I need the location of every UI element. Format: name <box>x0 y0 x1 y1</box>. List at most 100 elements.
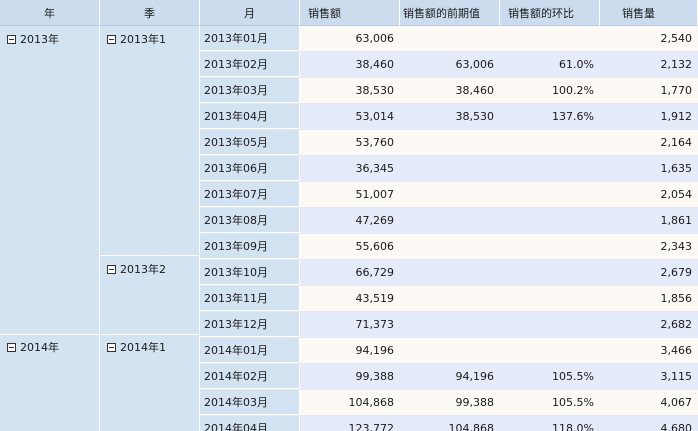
sales-cell: 36,345 <box>355 162 395 175</box>
table-row: 2013年03月 38,530 38,460 100.2% 1,770 <box>200 78 698 104</box>
table-row: 2013年01月 63,006 2,540 <box>200 26 698 52</box>
sales-prev-cell <box>400 234 500 259</box>
month-cell: 2014年04月 <box>200 416 300 431</box>
table-row: 2014年02月 99,388 94,196 105.5% 3,115 <box>200 364 698 390</box>
collapse-icon[interactable] <box>7 34 16 44</box>
collapse-icon[interactable] <box>107 264 116 274</box>
collapse-icon[interactable] <box>7 342 16 352</box>
header-volume[interactable]: 销售量 <box>600 0 698 26</box>
volume-cell: 1,635 <box>660 162 693 175</box>
sales-cell: 99,388 <box>355 370 395 383</box>
volume-cell: 1,770 <box>660 84 693 97</box>
volume-cell: 1,856 <box>660 292 693 305</box>
sales-cell: 123,772 <box>348 422 395 431</box>
sales-prev-cell: 99,388 <box>455 396 495 409</box>
volume-cell: 2,540 <box>660 32 693 45</box>
table-row: 2013年09月 55,606 2,343 <box>200 234 698 260</box>
volume-cell: 2,343 <box>660 240 693 253</box>
table-row: 2014年01月 94,196 3,466 <box>200 338 698 364</box>
table-row: 2014年03月 104,868 99,388 105.5% 4,067 <box>200 390 698 416</box>
quarter-label: 2013年2 <box>120 263 166 276</box>
quarter-column <box>100 26 200 431</box>
quarter-group-2013-1[interactable]: 2013年1 <box>100 26 200 52</box>
header-sales-mom[interactable]: 销售额的环比 <box>500 0 600 26</box>
table-row: 2014年04月 123,772 104,868 118.0% 4,680 <box>200 416 698 431</box>
month-cell: 2013年03月 <box>200 78 300 103</box>
month-cell: 2014年03月 <box>200 390 300 415</box>
year-label: 2013年 <box>20 33 59 46</box>
sales-mom-cell: 105.5% <box>552 370 594 383</box>
sales-mom-cell: 61.0% <box>559 58 594 71</box>
sales-prev-cell <box>400 156 500 181</box>
header-month[interactable]: 月 <box>200 0 300 26</box>
volume-cell: 2,682 <box>660 318 693 331</box>
sales-cell: 47,269 <box>355 214 395 227</box>
table-row: 2013年12月 71,373 2,682 <box>200 312 698 338</box>
sales-prev-cell <box>400 208 500 233</box>
month-cell: 2013年02月 <box>200 52 300 77</box>
volume-cell: 2,164 <box>660 136 693 149</box>
sales-prev-cell: 63,006 <box>455 58 495 71</box>
collapse-icon[interactable] <box>107 34 116 44</box>
sales-cell: 104,868 <box>348 396 395 409</box>
month-cell: 2014年01月 <box>200 338 300 363</box>
header-volume-label: 销售量 <box>622 6 655 20</box>
sales-mom-cell <box>500 234 600 259</box>
month-cell: 2013年04月 <box>200 104 300 129</box>
year-label: 2014年 <box>20 341 59 354</box>
sales-mom-cell <box>500 26 600 51</box>
table-row: 2013年04月 53,014 38,530 137.6% 1,912 <box>200 104 698 130</box>
pivot-table: 年 季 月 销售额 销售额的前期值 销售额的环比 销售量 2013年 2014年… <box>0 0 698 431</box>
table-row: 2013年05月 53,760 2,164 <box>200 130 698 156</box>
sales-prev-cell <box>400 286 500 311</box>
month-cell: 2013年07月 <box>200 182 300 207</box>
year-column <box>0 26 100 431</box>
sales-cell: 43,519 <box>355 292 395 305</box>
header-sales-mom-label: 销售额的环比 <box>508 6 574 20</box>
header-sales-label: 销售额 <box>308 6 341 20</box>
sales-prev-cell <box>400 338 500 363</box>
sales-prev-cell: 94,196 <box>455 370 495 383</box>
quarter-group-2014-1[interactable]: 2014年1 <box>100 334 200 360</box>
table-row: 2013年07月 51,007 2,054 <box>200 182 698 208</box>
sales-cell: 53,014 <box>355 110 395 123</box>
quarter-label: 2014年1 <box>120 341 166 354</box>
volume-cell: 2,054 <box>660 188 693 201</box>
sales-prev-cell <box>400 312 500 337</box>
quarter-group-2013-2[interactable]: 2013年2 <box>100 256 200 282</box>
collapse-icon[interactable] <box>107 342 116 352</box>
sales-mom-cell: 137.6% <box>552 110 594 123</box>
sales-prev-cell <box>400 182 500 207</box>
header-sales[interactable]: 销售额 <box>300 0 400 26</box>
sales-prev-cell <box>400 260 500 285</box>
month-cell: 2013年05月 <box>200 130 300 155</box>
header-sales-prev[interactable]: 销售额的前期值 <box>400 0 500 26</box>
sales-prev-cell: 38,460 <box>455 84 495 97</box>
sales-mom-cell <box>500 260 600 285</box>
table-row: 2013年11月 43,519 1,856 <box>200 286 698 312</box>
header-year[interactable]: 年 <box>0 0 100 26</box>
volume-cell: 2,132 <box>660 58 693 71</box>
volume-cell: 4,067 <box>660 396 693 409</box>
table-row: 2013年10月 66,729 2,679 <box>200 260 698 286</box>
month-cell: 2013年06月 <box>200 156 300 181</box>
sales-cell: 63,006 <box>355 32 395 45</box>
volume-cell: 3,115 <box>660 370 693 383</box>
volume-cell: 1,912 <box>660 110 693 123</box>
sales-cell: 94,196 <box>355 344 395 357</box>
sales-prev-cell: 38,530 <box>455 110 495 123</box>
year-group-2013[interactable]: 2013年 <box>0 26 100 52</box>
month-cell: 2013年11月 <box>200 286 300 311</box>
volume-cell: 3,466 <box>660 344 693 357</box>
sales-prev-cell <box>400 130 500 155</box>
year-group-2014[interactable]: 2014年 <box>0 334 100 360</box>
sales-mom-cell: 100.2% <box>552 84 594 97</box>
header-year-label: 年 <box>44 6 55 20</box>
table-row: 2013年08月 47,269 1,861 <box>200 208 698 234</box>
sales-cell: 71,373 <box>355 318 395 331</box>
sales-cell: 38,460 <box>355 58 395 71</box>
header-quarter[interactable]: 季 <box>100 0 200 26</box>
header-quarter-label: 季 <box>144 6 155 20</box>
table-row: 2013年06月 36,345 1,635 <box>200 156 698 182</box>
sales-mom-cell <box>500 208 600 233</box>
